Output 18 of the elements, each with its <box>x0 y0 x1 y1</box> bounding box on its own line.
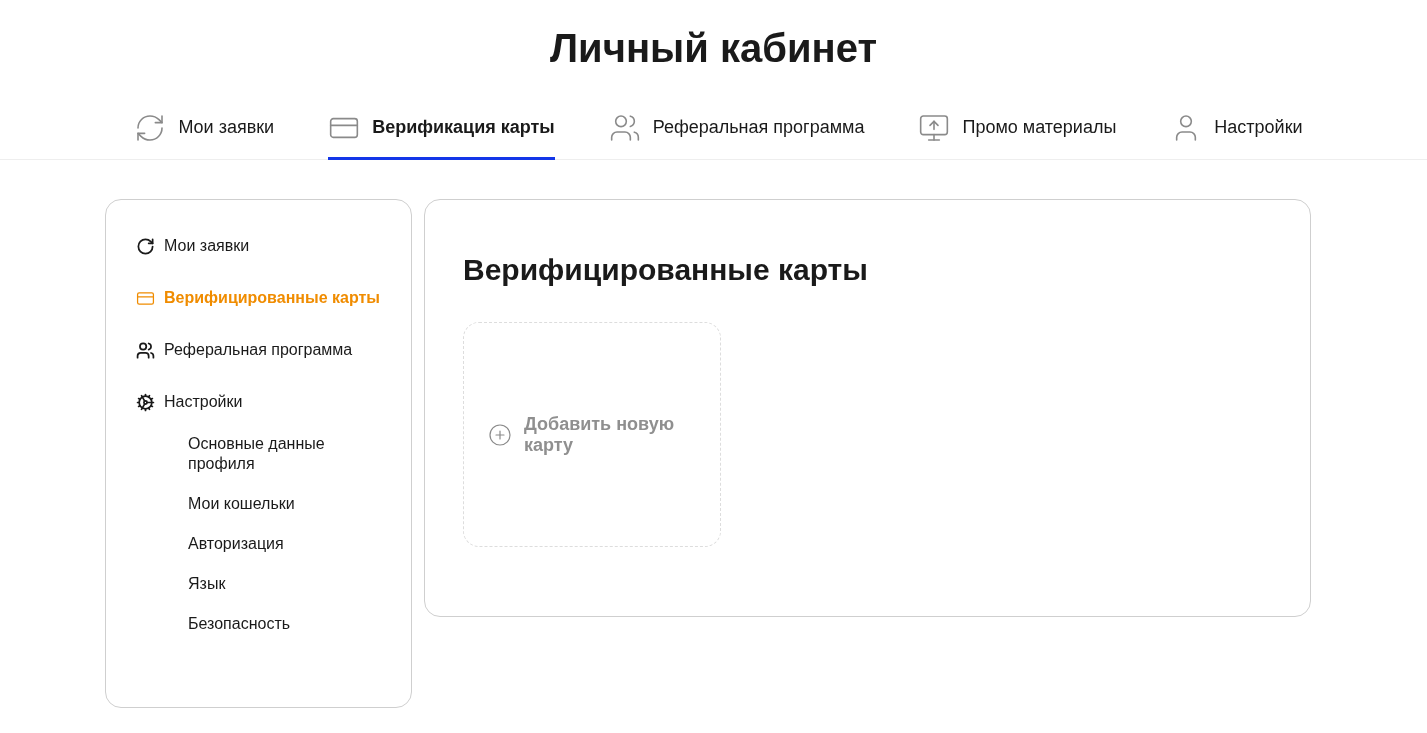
nav-tab[interactable]: Верификация карты <box>328 98 555 160</box>
plus-icon <box>488 422 512 447</box>
nav-tab[interactable]: Промо материалы <box>918 98 1117 160</box>
nav-tab[interactable]: Настройки <box>1170 98 1303 160</box>
sidebar-sublink[interactable]: Мои кошельки <box>188 494 295 514</box>
sidebar-link[interactable]: Реферальная программа <box>136 340 353 360</box>
users-icon <box>136 340 155 360</box>
sidebar-link[interactable]: Мои заявки <box>136 236 250 256</box>
nav-tab[interactable]: Реферальная программа <box>608 98 865 160</box>
sidebar-link[interactable]: Настройки <box>136 392 243 412</box>
sidebar-sublink[interactable]: Язык <box>188 574 226 594</box>
refresh-icon <box>136 236 155 256</box>
sidebar-sublink[interactable]: Основные данные профиля <box>188 434 368 474</box>
nav-tab[interactable]: Мои заявки <box>134 98 275 160</box>
sidebar-sublink[interactable]: Авторизация <box>188 534 284 554</box>
sidebar-sublink[interactable]: Безопасность <box>188 614 291 634</box>
page-title: Личный кабинет <box>550 25 877 72</box>
section-title: Верифицированные карты <box>463 252 868 288</box>
